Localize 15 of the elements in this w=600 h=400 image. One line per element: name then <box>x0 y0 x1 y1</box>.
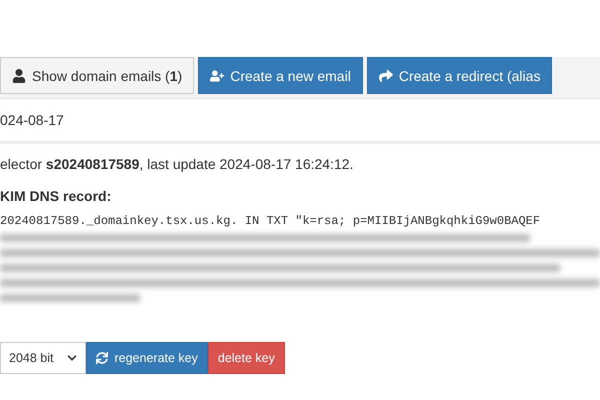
key-size-select[interactable]: 2048 bit <box>0 342 86 374</box>
add-user-icon <box>210 68 224 82</box>
selector-text: elector s20240817589, last update 2024-08-17 16:24:12. <box>0 156 354 172</box>
dns-record-text: 20240817589._domainkey.tsx.us.kg. IN TXT "k=rsa; p=MIIBIjANBgkqhkiG9w0BAQEF <box>0 214 542 228</box>
user-icon <box>12 68 26 82</box>
date-heading: 024-08-17 <box>0 99 600 144</box>
refresh-icon <box>96 352 108 364</box>
action-button[interactable]: regenerate key <box>86 342 208 374</box>
chevron-icon <box>67 353 78 363</box>
action-button[interactable]: Create a new email <box>198 57 363 94</box>
share-arrow-icon <box>378 68 393 82</box>
show-emails-button[interactable]: Show domain emails (1) <box>0 57 194 94</box>
action-button[interactable]: Create a redirect (alias <box>366 57 552 94</box>
record-title: KIM DNS record: <box>0 188 112 204</box>
action-button[interactable]: delete key <box>208 342 285 374</box>
